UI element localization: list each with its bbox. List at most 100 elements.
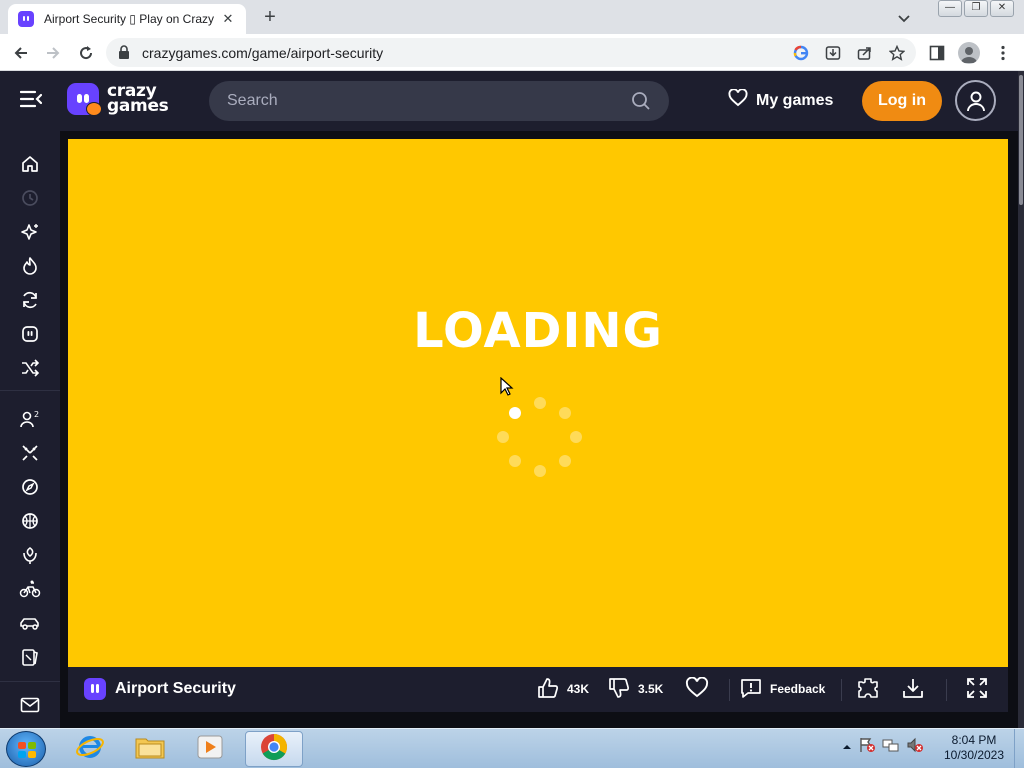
loading-spinner	[496, 397, 584, 485]
close-window-button[interactable]: ✕	[990, 0, 1014, 17]
action-icon[interactable]	[18, 441, 42, 465]
page-scrollbar[interactable]	[1018, 71, 1024, 728]
embed-puzzle-icon	[857, 677, 879, 702]
category-sidebar: 2	[0, 131, 60, 728]
install-app-icon[interactable]	[824, 44, 842, 62]
site-header: crazy games My games Log in	[0, 71, 1018, 131]
chrome-menu-icon[interactable]	[992, 42, 1014, 64]
basketball-icon[interactable]	[18, 509, 42, 533]
profile-avatar-icon[interactable]	[958, 42, 980, 64]
system-tray	[842, 737, 924, 758]
random-icon[interactable]	[18, 356, 42, 380]
originals-icon[interactable]	[18, 322, 42, 346]
user-account-icon[interactable]	[955, 80, 996, 121]
restore-window-button[interactable]: ❐	[964, 0, 988, 17]
network-icon[interactable]	[882, 737, 900, 758]
action-center-flag-icon[interactable]	[858, 737, 876, 758]
search-bar	[209, 81, 669, 121]
dislike-count: 3.5K	[638, 682, 664, 696]
scrollbar-thumb[interactable]	[1019, 75, 1023, 205]
thumbs-down-icon	[608, 677, 630, 702]
fullscreen-button[interactable]	[966, 677, 988, 701]
tab-close-icon[interactable]: ✕	[220, 11, 236, 27]
heart-icon	[685, 676, 709, 702]
browser-tab-strip: Airport Security ▯ Play on CrazyG ✕ + — …	[0, 0, 1024, 34]
internet-explorer-taskbar-button[interactable]	[61, 731, 119, 767]
show-hidden-icons-icon[interactable]	[842, 739, 852, 757]
card-icon[interactable]	[18, 645, 42, 669]
file-explorer-taskbar-button[interactable]	[121, 731, 179, 767]
bar-divider	[841, 679, 842, 701]
bar-divider	[729, 679, 730, 701]
clock-date: 10/30/2023	[943, 748, 1005, 762]
new-icon[interactable]	[18, 220, 42, 244]
media-player-taskbar-button[interactable]	[181, 731, 239, 767]
feedback-button[interactable]: Feedback	[740, 677, 825, 701]
browser-toolbar: crazygames.com/game/airport-security	[0, 34, 1024, 71]
thumbs-up-icon	[537, 677, 559, 702]
login-button[interactable]: Log in	[862, 81, 942, 121]
share-icon[interactable]	[856, 44, 874, 62]
like-button[interactable]: 43K	[537, 677, 589, 701]
internet-explorer-icon	[75, 732, 105, 767]
folder-icon	[134, 733, 166, 766]
lock-icon[interactable]	[118, 45, 130, 64]
minimize-window-button[interactable]: —	[938, 0, 962, 17]
home-icon[interactable]	[18, 152, 42, 176]
game-logo-icon	[84, 678, 106, 700]
sidebar-divider	[0, 681, 60, 682]
my-games-label: My games	[756, 91, 834, 109]
tab-title: Airport Security ▯ Play on CrazyG	[44, 12, 214, 26]
reload-icon[interactable]	[75, 42, 97, 64]
sidebar-divider	[0, 390, 60, 391]
windows-taskbar: 8:04 PM 10/30/2023	[0, 728, 1024, 768]
car-icon[interactable]	[18, 611, 42, 635]
forward-arrow-icon[interactable]	[42, 42, 64, 64]
crazygames-favicon-icon	[18, 11, 34, 27]
address-bar[interactable]: crazygames.com/game/airport-security	[106, 38, 916, 67]
game-info-bar: Airport Security 43K 3.5K Feedback	[68, 667, 1008, 712]
taskbar-clock[interactable]: 8:04 PM 10/30/2023	[936, 733, 1012, 763]
feedback-icon	[740, 677, 762, 702]
logo-text-line2: games	[107, 96, 169, 116]
search-input[interactable]	[227, 81, 627, 121]
volume-muted-icon[interactable]	[906, 737, 924, 758]
url-text: crazygames.com/game/airport-security	[142, 45, 384, 61]
back-arrow-icon[interactable]	[10, 42, 32, 64]
loading-text: LOADING	[413, 303, 663, 359]
updated-icon[interactable]	[18, 288, 42, 312]
side-panel-icon[interactable]	[926, 42, 948, 64]
fullscreen-icon	[966, 677, 988, 702]
google-lens-icon[interactable]	[792, 44, 810, 62]
game-title: Airport Security	[115, 680, 236, 697]
download-button[interactable]	[902, 677, 924, 701]
chrome-icon	[259, 732, 289, 767]
new-tab-button[interactable]: +	[258, 6, 282, 30]
media-player-icon	[195, 733, 225, 766]
bar-divider	[946, 679, 947, 701]
dislike-button[interactable]: 3.5K	[608, 677, 663, 701]
favorite-button[interactable]	[685, 676, 709, 702]
window-controls: — ❐ ✕	[938, 0, 1014, 17]
show-desktop-button[interactable]	[1014, 729, 1024, 768]
embed-button[interactable]	[857, 677, 879, 701]
tab-search-chevron-icon[interactable]	[894, 8, 914, 28]
windows-logo-icon	[18, 742, 36, 758]
mail-icon[interactable]	[18, 693, 42, 717]
collapse-menu-icon[interactable]	[19, 89, 43, 114]
trending-icon[interactable]	[18, 254, 42, 278]
game-frame[interactable]: LOADING	[68, 139, 1008, 667]
adventure-icon[interactable]	[18, 475, 42, 499]
chrome-taskbar-button[interactable]	[245, 731, 303, 767]
bookmark-star-icon[interactable]	[888, 44, 906, 62]
search-icon[interactable]	[631, 91, 651, 116]
mouse-cursor-icon	[500, 376, 514, 402]
multiplayer-icon[interactable]: 2	[18, 407, 42, 431]
bike-icon[interactable]	[18, 577, 42, 601]
crazygames-logo[interactable]: crazy games	[67, 83, 169, 116]
my-games-button[interactable]: My games	[728, 88, 834, 112]
beauty-icon[interactable]	[18, 543, 42, 567]
start-button[interactable]	[6, 731, 46, 767]
browser-tab[interactable]: Airport Security ▯ Play on CrazyG ✕	[8, 4, 246, 34]
recent-icon[interactable]	[18, 186, 42, 210]
